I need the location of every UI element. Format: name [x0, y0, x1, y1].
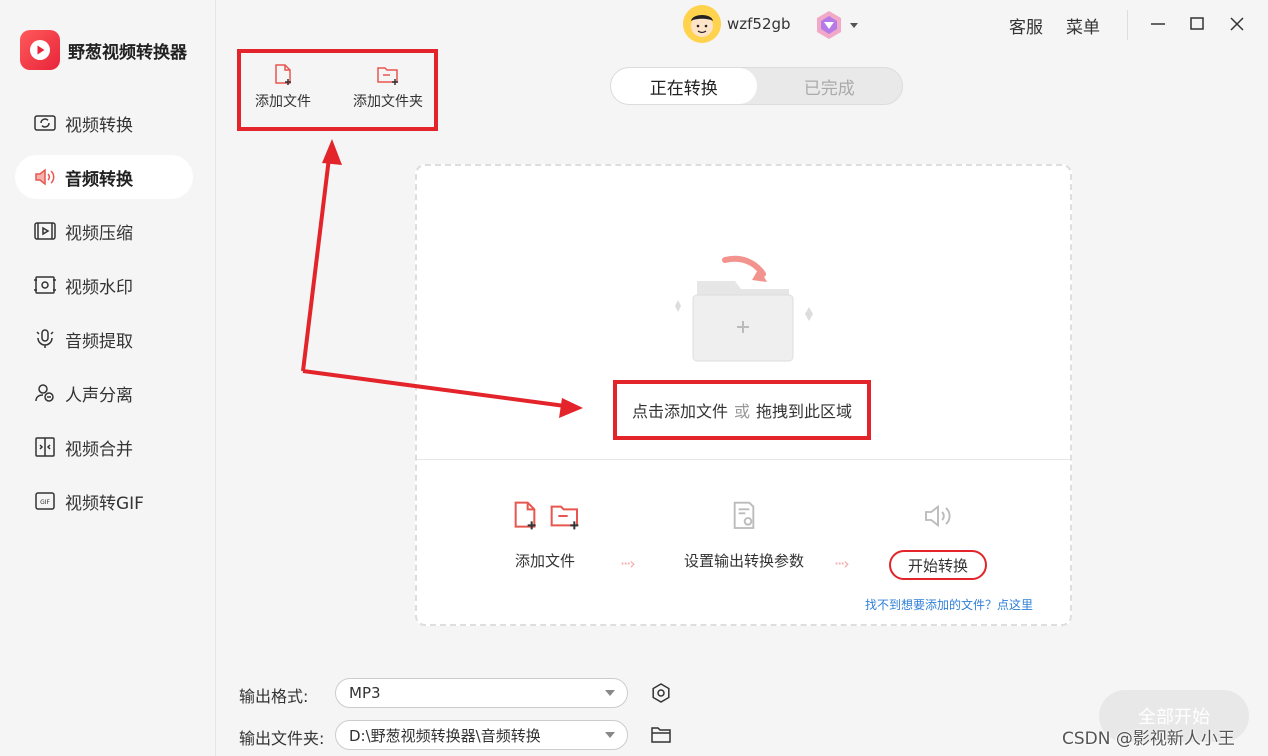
- diamond-icon: [817, 11, 841, 39]
- header-divider: [1127, 10, 1128, 40]
- sidebar-item-label: 视频转换: [65, 115, 133, 136]
- open-folder-icon[interactable]: [650, 724, 672, 746]
- video-compress-icon: [34, 222, 56, 240]
- output-folder-label: 输出文件夹:: [239, 729, 325, 748]
- output-folder-value: D:\野葱视频转换器\音频转换: [349, 726, 541, 745]
- add-file-icon: [514, 501, 536, 530]
- drag-here-text: 拖拽到此区域: [756, 402, 853, 421]
- sidebar-item-video-to-gif[interactable]: GIF 视频转GIF: [15, 479, 193, 523]
- output-folder-select[interactable]: D:\野葱视频转换器\音频转换: [335, 720, 628, 750]
- close-button[interactable]: [1225, 12, 1249, 36]
- output-format-label: 输出格式:: [239, 687, 309, 706]
- customer-service-link[interactable]: 客服: [1009, 13, 1043, 38]
- chevron-down-icon: [605, 690, 615, 696]
- sidebar-item-label: 视频水印: [65, 277, 133, 298]
- app-logo-icon: [20, 30, 60, 70]
- drop-zone-divider: [417, 459, 1070, 460]
- sidebar-item-video-merge[interactable]: 视频合并: [15, 425, 193, 469]
- output-format-select[interactable]: MP3: [335, 678, 628, 708]
- step-arrow-icon: ···›: [620, 554, 636, 573]
- step-add-file-label: 添加文件: [514, 552, 575, 570]
- sidebar-item-label: 人声分离: [65, 385, 133, 406]
- step-set-params-label: 设置输出转换参数: [684, 552, 805, 570]
- user-profile[interactable]: wzf52gb: [683, 5, 791, 43]
- brand: 野葱视频转换器: [20, 30, 187, 70]
- format-settings-gear-icon[interactable]: [650, 682, 672, 704]
- csdn-watermark: CSDN @影视新人小王: [1062, 729, 1235, 749]
- add-file-button[interactable]: 添加文件: [255, 63, 311, 111]
- audio-extract-icon: [36, 329, 54, 348]
- start-convert-button[interactable]: 开始转换: [889, 550, 987, 580]
- sidebar-item-vocal-separate[interactable]: 人声分离: [15, 371, 193, 415]
- step-arrow-icon: ···›: [834, 554, 850, 573]
- tab-converting[interactable]: 正在转换: [611, 68, 757, 104]
- vocal-separate-icon: [35, 384, 54, 402]
- sidebar-item-audio-convert[interactable]: 音频转换: [15, 155, 193, 199]
- sidebar-item-video-compress[interactable]: 视频压缩: [15, 209, 193, 253]
- sidebar: 野葱视频转换器 视频转换 音频转换 视频压缩 视频水印 音频提取 人声分离 视频…: [0, 0, 216, 756]
- sidebar-item-label: 视频合并: [65, 439, 133, 460]
- sidebar-nav: 视频转换 音频转换 视频压缩 视频水印 音频提取 人声分离 视频合并 GIF 视: [15, 101, 193, 533]
- svg-text:GIF: GIF: [40, 499, 50, 506]
- maximize-button[interactable]: [1185, 12, 1209, 36]
- sidebar-item-label: 音频转换: [65, 169, 133, 190]
- tab-completed[interactable]: 已完成: [757, 68, 903, 104]
- avatar[interactable]: [683, 5, 721, 43]
- sidebar-item-video-watermark[interactable]: 视频水印: [15, 263, 193, 307]
- step-set-params: 设置输出转换参数: [684, 500, 804, 571]
- add-folder-label: 添加文件夹: [353, 94, 423, 110]
- step-add-file: 添加文件: [509, 500, 581, 571]
- username[interactable]: wzf52gb: [727, 15, 791, 33]
- add-folder-button[interactable]: 添加文件夹: [353, 63, 423, 111]
- video-to-gif-icon: GIF: [35, 492, 55, 510]
- drop-zone[interactable]: 点击添加文件 或 拖拽到此区域 添加文件 ···› 设置输出转换参数 ···› …: [415, 164, 1072, 626]
- settings-doc-icon: [733, 501, 755, 529]
- or-text: 或: [733, 402, 750, 421]
- output-format-value: MP3: [349, 684, 381, 702]
- click-add-file-area[interactable]: 点击添加文件 或 拖拽到此区域: [613, 380, 871, 440]
- menu-link[interactable]: 菜单: [1066, 13, 1100, 38]
- video-watermark-icon: [34, 276, 56, 294]
- chevron-down-icon: [605, 732, 615, 738]
- audio-convert-icon: [35, 168, 55, 186]
- minimize-icon: [1151, 23, 1165, 25]
- sidebar-item-label: 音频提取: [65, 331, 133, 352]
- close-icon: [1230, 17, 1244, 31]
- maximize-icon: [1190, 17, 1204, 30]
- sidebar-item-label: 视频压缩: [65, 223, 133, 244]
- status-tabs: 正在转换 已完成: [610, 67, 903, 105]
- help-link[interactable]: 找不到想要添加的文件？点这里: [865, 596, 1033, 613]
- audio-convert-icon: [925, 504, 951, 528]
- minimize-button[interactable]: [1146, 12, 1170, 36]
- vip-badge[interactable]: [813, 8, 859, 42]
- app-title: 野葱视频转换器: [68, 42, 187, 63]
- add-folder-icon: [377, 67, 398, 85]
- folder-add-icon: [675, 255, 813, 362]
- add-file-label: 添加文件: [255, 94, 311, 110]
- file-toolbar: 添加文件 添加文件夹: [237, 49, 438, 131]
- sidebar-item-audio-extract[interactable]: 音频提取: [15, 317, 193, 361]
- sidebar-item-video-convert[interactable]: 视频转换: [15, 101, 193, 145]
- click-add-text: 点击添加文件: [631, 402, 728, 421]
- chevron-down-icon: [850, 23, 858, 28]
- sidebar-item-label: 视频转GIF: [65, 493, 144, 514]
- add-file-icon: [275, 64, 291, 85]
- video-merge-icon: [35, 437, 55, 457]
- add-folder-icon: [550, 505, 579, 530]
- step-start: 开始转换: [889, 500, 987, 580]
- step-add-icons: [509, 500, 581, 532]
- video-convert-icon: [34, 115, 56, 131]
